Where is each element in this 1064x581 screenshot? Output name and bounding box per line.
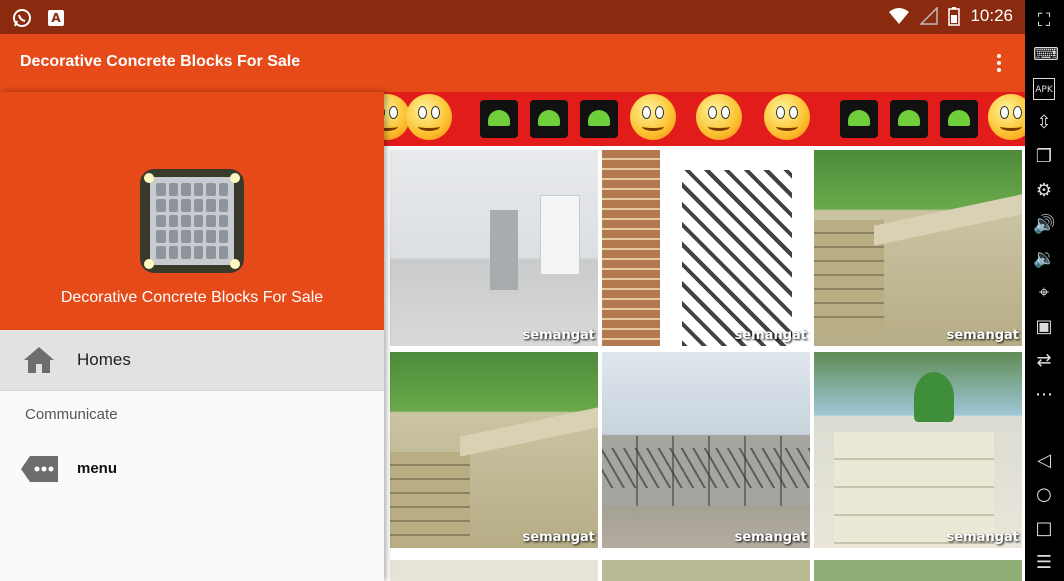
android-icon — [890, 100, 928, 138]
whatsapp-icon — [13, 9, 31, 27]
back-icon[interactable]: ◁ — [1033, 450, 1055, 472]
fullscreen-icon[interactable]: ⛶ — [1033, 10, 1055, 32]
notification-a-icon: A — [48, 10, 64, 26]
watermark: semangat — [946, 530, 1019, 545]
emoji-icon — [764, 94, 810, 140]
content-area: semangat semangat semangat semangat sema — [384, 92, 1025, 581]
list-icon[interactable]: ☰ — [1033, 552, 1055, 574]
drawer-header: Decorative Concrete Blocks For Sale — [0, 92, 384, 330]
image-tile[interactable] — [814, 560, 1022, 581]
volume-down-icon[interactable]: 🔉 — [1033, 248, 1055, 270]
android-icon — [940, 100, 978, 138]
image-tile[interactable]: semangat — [602, 150, 810, 346]
image-tile[interactable]: semangat — [814, 352, 1022, 548]
image-tile[interactable]: semangat — [602, 352, 810, 548]
image-tile[interactable] — [602, 560, 810, 581]
android-icon — [530, 100, 568, 138]
image-tile[interactable]: semangat — [390, 352, 598, 548]
battery-icon — [948, 7, 961, 26]
image-tile[interactable]: semangat — [814, 150, 1022, 346]
ad-banner[interactable] — [384, 92, 1025, 148]
status-bar: A 10:26 — [0, 0, 1025, 34]
rotate-icon[interactable]: ⇳ — [1033, 112, 1055, 134]
emulator-toolbar: ⛶ ⌨ APK ⇳ ❐ ⚙ 🔊 🔉 ⌖ ▣ ⇄ ⋯ ◁ ○ □ ☰ — [1025, 0, 1064, 581]
overflow-menu-icon[interactable] — [991, 50, 1007, 76]
nav-item-menu[interactable]: menu — [0, 447, 384, 491]
clock: 10:26 — [970, 6, 1013, 25]
navigation-drawer: Decorative Concrete Blocks For Sale Home… — [0, 92, 384, 581]
drawer-divider — [0, 390, 384, 391]
watermark: semangat — [734, 328, 807, 343]
nav-item-homes[interactable]: Homes — [0, 330, 384, 390]
home-nav-icon[interactable]: ○ — [1033, 484, 1055, 506]
nav-item-label: Homes — [77, 350, 131, 369]
location-icon[interactable]: ⌖ — [1033, 282, 1055, 304]
watermark: semangat — [946, 328, 1019, 343]
folder-icon[interactable]: ▣ — [1033, 316, 1055, 338]
wifi-icon — [889, 8, 910, 24]
keyboard-icon[interactable]: ⌨ — [1033, 44, 1059, 66]
apk-icon[interactable]: APK — [1033, 78, 1055, 100]
emoji-icon — [988, 94, 1025, 140]
watermark: semangat — [522, 530, 595, 545]
settings-icon[interactable]: ⚙ — [1033, 180, 1055, 202]
app-title: Decorative Concrete Blocks For Sale — [20, 53, 301, 70]
recents-icon[interactable]: □ — [1033, 518, 1055, 540]
image-tile[interactable]: semangat — [390, 150, 598, 346]
home-icon — [24, 347, 54, 373]
more-icon[interactable]: ⋯ — [1033, 384, 1055, 406]
swap-icon[interactable]: ⇄ — [1033, 350, 1055, 372]
android-icon — [580, 100, 618, 138]
app-bar: Decorative Concrete Blocks For Sale — [0, 34, 1025, 92]
watermark: semangat — [734, 530, 807, 545]
emoji-icon — [696, 94, 742, 140]
emoji-icon — [406, 94, 452, 140]
more-horiz-tag-icon — [21, 456, 58, 482]
cell-signal-icon — [920, 7, 939, 25]
device-screen: A 10:26 Decorative Concrete Blocks For S… — [0, 0, 1025, 581]
app-logo-icon — [140, 169, 244, 273]
image-grid: semangat semangat semangat semangat sema — [388, 150, 1025, 581]
watermark: semangat — [522, 328, 595, 343]
android-icon — [840, 100, 878, 138]
nav-item-label: menu — [77, 460, 118, 477]
image-tile[interactable] — [390, 560, 598, 581]
volume-up-icon[interactable]: 🔊 — [1033, 214, 1055, 236]
emoji-icon — [630, 94, 676, 140]
android-icon — [480, 100, 518, 138]
window-icon[interactable]: ❐ — [1033, 146, 1055, 168]
drawer-section-label: Communicate — [25, 406, 118, 423]
drawer-app-name: Decorative Concrete Blocks For Sale — [60, 289, 324, 306]
